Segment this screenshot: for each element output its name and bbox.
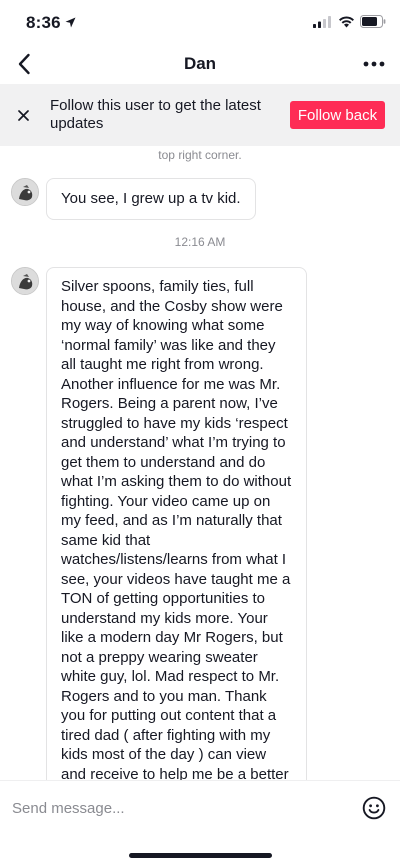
home-indicator [129, 853, 272, 858]
battery-icon [360, 15, 386, 28]
close-icon [17, 109, 29, 121]
more-dots-icon [363, 61, 385, 67]
nav-bar: Dan [0, 46, 400, 84]
message-input[interactable] [12, 795, 342, 821]
avatar[interactable] [11, 178, 39, 206]
chat-thread[interactable]: top right corner. You see, I grew up a t… [0, 146, 400, 780]
conversation-title: Dan [183, 54, 217, 73]
wifi-icon [339, 16, 354, 28]
close-banner-button[interactable] [13, 105, 33, 125]
avatar[interactable] [11, 267, 39, 295]
back-button[interactable] [10, 50, 38, 78]
location-arrow-icon [65, 17, 76, 28]
avatar-image [12, 179, 38, 205]
follow-banner-text: Follow this user to get the latest updat… [50, 97, 261, 132]
message-timestamp: 12:16 AM [174, 235, 226, 249]
follow-banner: Follow this user to get the latest updat… [0, 84, 400, 146]
partial-message: top right corner. [158, 148, 242, 162]
avatar-image [12, 268, 38, 294]
follow-back-button[interactable]: Follow back [290, 101, 385, 129]
status-time: 8:36 [26, 13, 61, 32]
message-input-bar [0, 780, 400, 836]
more-options-button[interactable] [357, 52, 391, 76]
chevron-left-icon [18, 53, 30, 75]
status-bar: 8:36 [0, 0, 400, 46]
emoji-smile-icon[interactable] [362, 796, 386, 820]
message-bubble[interactable]: You see, I grew up a tv kid. [46, 178, 256, 220]
message-bubble[interactable]: Silver spoons, family ties, full house, … [46, 267, 307, 780]
signal-icon [313, 16, 331, 28]
